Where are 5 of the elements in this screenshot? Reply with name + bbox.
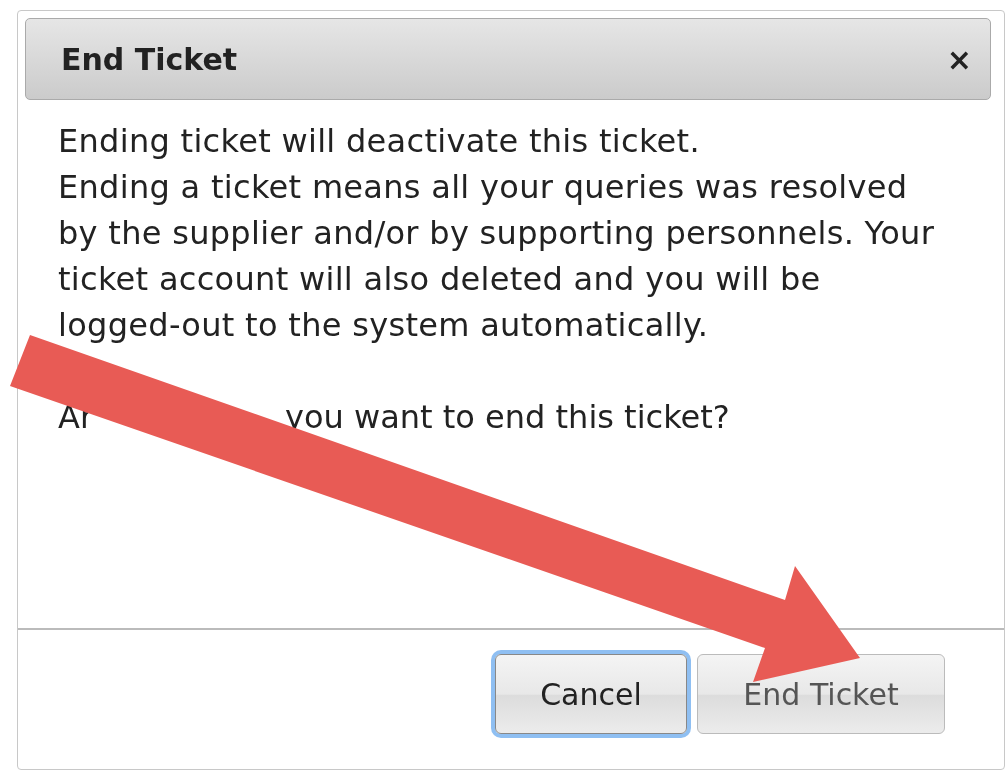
dialog-message: Ending ticket will deactivate this ticket.: [58, 121, 701, 162]
end-ticket-button[interactable]: End Ticket: [697, 654, 945, 734]
dialog-message: Ending a ticket means all your queries was resolved by the supplier and/or by supporting personnels. Your ticket account will also deleted and you will be logged-out to the system automatically.: [58, 167, 936, 346]
dialog-title: End Ticket: [61, 41, 238, 77]
close-button[interactable]: ×: [942, 41, 976, 77]
